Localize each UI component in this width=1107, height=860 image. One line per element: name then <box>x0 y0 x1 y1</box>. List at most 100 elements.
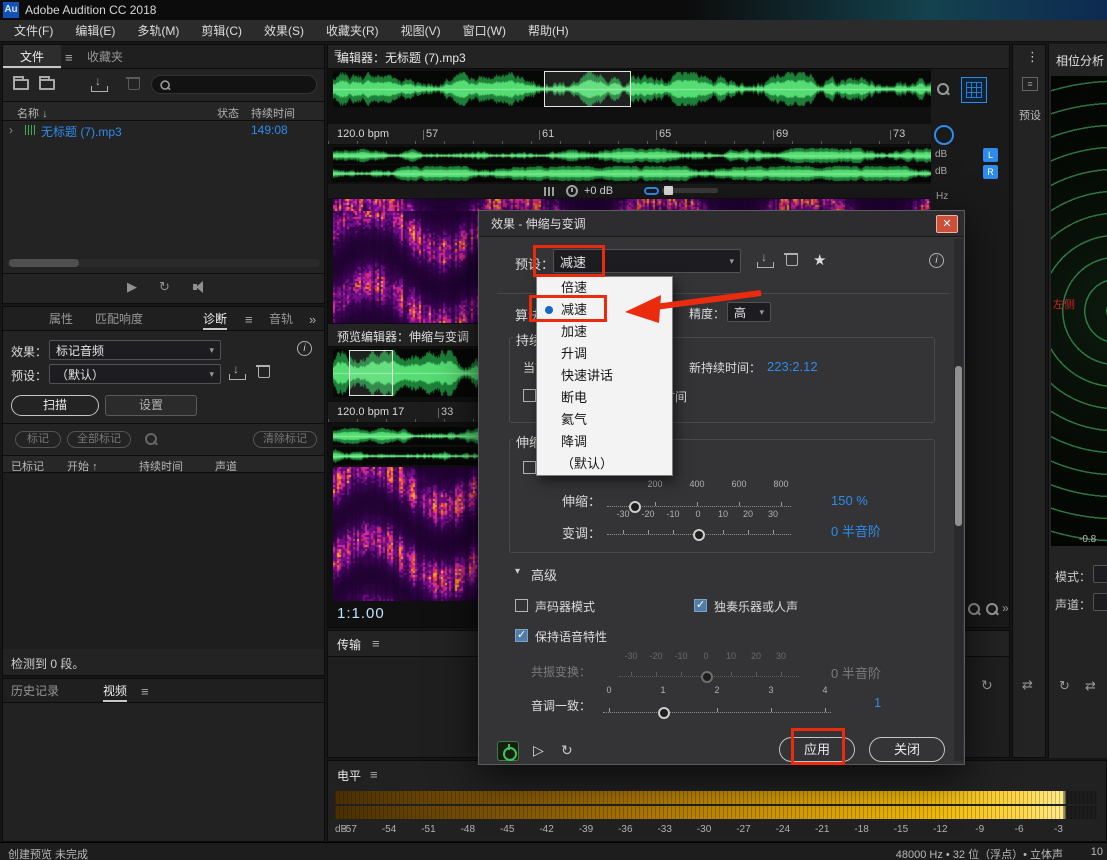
channel-left-button[interactable]: L <box>983 148 998 162</box>
col-marked[interactable]: 已标记 <box>11 458 44 474</box>
menu-item[interactable]: 剪辑(C) <box>191 22 252 39</box>
preset-option[interactable]: 快速讲话 <box>537 365 672 387</box>
delete-preset-icon[interactable] <box>785 252 798 266</box>
pitch-slider-knob[interactable] <box>693 529 705 541</box>
preview-loop-icon[interactable]: ↻ <box>561 742 573 759</box>
presets-collapsed-tab[interactable]: 预设 <box>1019 107 1041 123</box>
tab-overflow-icon[interactable]: » <box>309 312 316 327</box>
preset-option[interactable]: 断电 <box>537 387 672 409</box>
zoom-more-icon[interactable]: » <box>1002 601 1009 615</box>
tab-favorites[interactable]: 收藏夹 <box>87 45 123 69</box>
menu-item[interactable]: 效果(S) <box>254 22 314 39</box>
play-icon[interactable]: ▶ <box>127 279 137 295</box>
mode-select[interactable] <box>1093 565 1107 583</box>
lock-duration-checkbox[interactable] <box>523 389 536 402</box>
tab-video[interactable]: 视频 <box>103 679 127 703</box>
col-channel[interactable]: 声道 <box>215 458 237 474</box>
apply-button[interactable]: 应用 <box>779 737 855 762</box>
close-icon[interactable]: ✕ <box>936 215 958 233</box>
clock-icon[interactable] <box>566 185 578 197</box>
lock-stretch-checkbox[interactable] <box>523 461 536 474</box>
preset-option[interactable]: （默认） <box>537 453 672 475</box>
overview-waveform[interactable] <box>333 71 931 107</box>
tab-history[interactable]: 历史记录 <box>11 679 59 703</box>
close-button[interactable]: 关闭 <box>869 737 945 762</box>
panel-menu-icon[interactable]: ≡ <box>141 684 149 699</box>
menu-item[interactable]: 收藏夹(R) <box>316 22 389 39</box>
solo-checkbox[interactable]: ✓ <box>694 599 707 612</box>
link-icon[interactable] <box>644 187 659 195</box>
swap-icon[interactable]: ⇄ <box>1085 678 1096 694</box>
files-hscrollbar[interactable] <box>7 259 320 267</box>
preserve-checkbox[interactable]: ✓ <box>515 629 528 642</box>
favorite-star-icon[interactable]: ★ <box>813 251 826 269</box>
dialog-title[interactable]: 效果 - 伸缩与变调 <box>479 211 964 237</box>
spectral-view-toggle[interactable] <box>961 77 987 103</box>
channel-right-waveform[interactable] <box>333 165 931 182</box>
export-icon[interactable] <box>91 78 106 92</box>
file-name[interactable]: 无标题 (7).mp3 <box>41 123 122 140</box>
preview-play-icon[interactable]: ▷ <box>533 742 544 759</box>
delete-preset-icon[interactable] <box>257 364 270 378</box>
menu-item[interactable]: 视图(V) <box>391 22 451 39</box>
monitor-circle-icon[interactable] <box>934 125 954 145</box>
panel-menu-icon[interactable]: ≡ <box>370 767 378 782</box>
menu-item[interactable]: 编辑(E) <box>65 22 125 39</box>
info-icon[interactable]: i <box>297 341 312 356</box>
import-files-icon[interactable] <box>39 79 55 90</box>
coherence-slider[interactable] <box>603 703 831 713</box>
info-icon[interactable]: i <box>929 253 944 268</box>
col-status[interactable]: 状态 <box>217 105 239 121</box>
loop-icon[interactable]: ↻ <box>981 677 993 694</box>
panel-menu-icon[interactable]: ≡ <box>245 312 253 327</box>
tab-match-loudness[interactable]: 匹配响度 <box>95 307 143 331</box>
markers-list[interactable] <box>3 473 324 649</box>
loop-icon[interactable]: ↻ <box>159 279 170 295</box>
col-duration2[interactable]: 持续时间 <box>139 458 183 474</box>
preview-selection[interactable] <box>349 350 393 396</box>
channel-select[interactable] <box>1093 593 1107 611</box>
effect-select[interactable]: 标记音频▾ <box>49 340 221 360</box>
dialog-scrollbar-thumb[interactable] <box>955 366 962 526</box>
tab-properties[interactable]: 属性 <box>49 307 73 331</box>
scrollbar-thumb[interactable] <box>9 259 79 267</box>
channel-left-waveform[interactable] <box>333 147 931 164</box>
mini-scrollbar[interactable] <box>662 188 718 193</box>
channel-right-button[interactable]: R <box>983 165 998 179</box>
dialog-scrollbar[interactable] <box>954 239 963 761</box>
advanced-section-label[interactable]: 高级 <box>531 565 557 584</box>
volume-value[interactable]: +0 dB <box>584 185 613 197</box>
vocoder-checkbox[interactable] <box>515 599 528 612</box>
preset-option[interactable]: 降调 <box>537 431 672 453</box>
menu-item[interactable]: 帮助(H) <box>518 22 579 39</box>
menu-item[interactable]: 文件(F) <box>4 22 63 39</box>
col-duration[interactable]: 持续时间 <box>251 105 295 121</box>
swap-icon[interactable]: ⇄ <box>1022 677 1033 693</box>
save-preset-icon[interactable] <box>229 366 244 380</box>
menu-item[interactable]: 窗口(W) <box>453 22 516 39</box>
zoom-out-icon[interactable] <box>986 603 999 616</box>
loop-icon[interactable]: ↻ <box>1059 678 1070 694</box>
tab-overflow[interactable]: 音轨 <box>269 307 305 331</box>
coherence-slider-knob[interactable] <box>658 707 670 719</box>
col-name[interactable]: 名称 ↓ <box>17 105 48 121</box>
file-row[interactable]: › 无标题 (7).mp3 149:08 <box>3 121 324 140</box>
scan-button[interactable]: 扫描 <box>11 395 99 416</box>
advanced-chevron-icon[interactable]: ▾ <box>515 566 520 577</box>
expand-icon[interactable]: › <box>9 123 13 137</box>
zoom-in-icon[interactable] <box>968 603 981 616</box>
open-file-icon[interactable] <box>13 79 29 90</box>
tab-diagnostics[interactable]: 诊断 <box>203 307 227 331</box>
tab-files[interactable]: 文件 <box>3 45 61 69</box>
zoom-tool-icon[interactable] <box>937 83 950 96</box>
kebab-menu-icon[interactable]: ⋮ <box>1026 49 1039 65</box>
panel-menu-icon[interactable]: ≡ <box>372 636 380 651</box>
menu-item[interactable]: 多轨(M) <box>127 22 189 39</box>
panel-menu-icon[interactable]: ≡ <box>65 50 73 65</box>
preset-option[interactable]: 升调 <box>537 343 672 365</box>
power-toggle[interactable] <box>497 741 519 761</box>
panel-menu-icon[interactable]: ≡ <box>1022 77 1038 91</box>
search-input[interactable] <box>151 75 317 94</box>
timeline-ruler[interactable]: 120.0 bpm 57 61 65 69 73 <box>328 123 931 145</box>
overview-selection[interactable] <box>544 71 631 107</box>
